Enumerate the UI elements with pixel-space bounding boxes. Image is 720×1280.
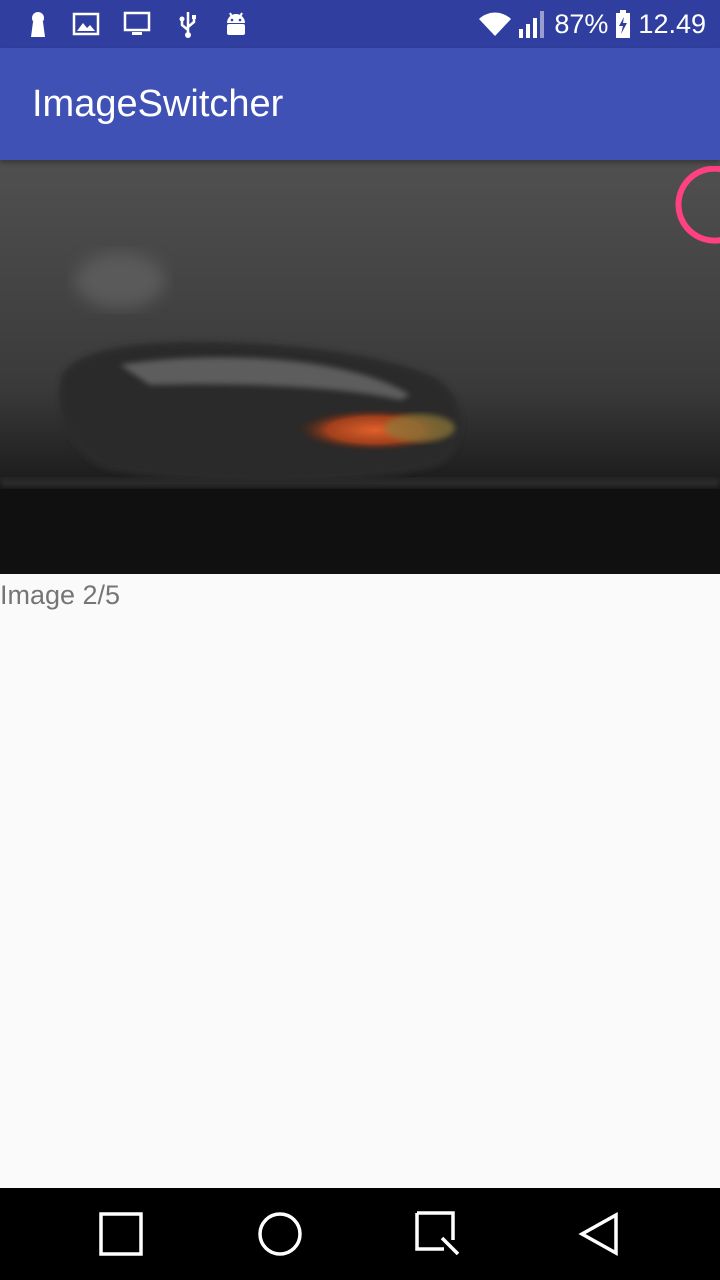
usb-icon [179, 12, 196, 38]
recents-button[interactable] [61, 1188, 181, 1280]
battery-charging-icon [616, 10, 631, 38]
notification-icons [24, 0, 250, 48]
back-button[interactable] [539, 1188, 659, 1280]
android-icon [227, 12, 245, 35]
image-icon [72, 12, 100, 36]
loading-spinner [675, 166, 720, 244]
app-title: ImageSwitcher [32, 83, 284, 125]
image-switcher[interactable] [0, 160, 720, 574]
system-status: 87% 12.49 [478, 0, 706, 48]
status-bar: 87% 12.49 [0, 0, 720, 48]
clock: 12.49 [638, 8, 706, 39]
signal-icon [519, 11, 545, 38]
navigation-bar [0, 1188, 720, 1280]
switcher-image [0, 160, 720, 574]
home-circle-icon [258, 1212, 302, 1256]
search-button[interactable] [378, 1188, 498, 1280]
back-triangle-icon [578, 1212, 618, 1256]
search-square-icon [415, 1211, 460, 1256]
battery-percent: 87% [554, 8, 609, 39]
keyhole-icon [31, 12, 45, 37]
monitor-icon [123, 11, 151, 35]
app-bar: ImageSwitcher [0, 48, 720, 160]
home-button[interactable] [220, 1188, 340, 1280]
recents-square-icon [99, 1212, 143, 1256]
image-counter: Image 2/5 [0, 580, 121, 610]
wifi-icon [479, 12, 512, 36]
